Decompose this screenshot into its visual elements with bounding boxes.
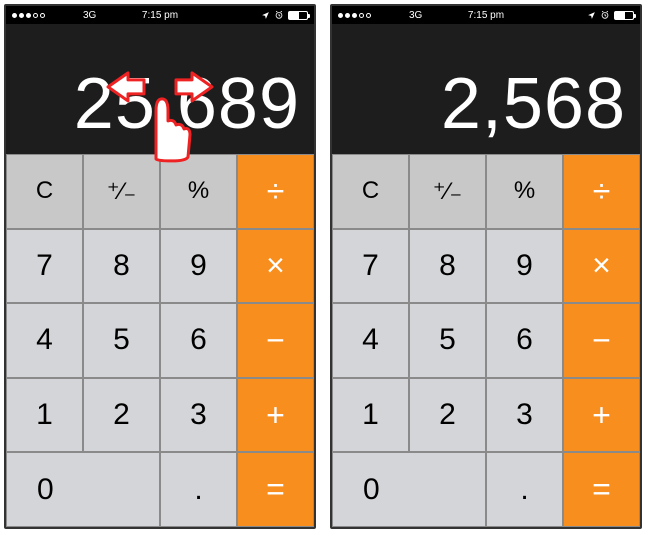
digit-2-button[interactable]: 2 (83, 378, 160, 453)
calculator-display[interactable]: 2,568 (332, 24, 640, 154)
display-value: 25,689 (74, 68, 300, 140)
clear-button[interactable]: C (332, 154, 409, 229)
signal-dots-icon (338, 13, 371, 18)
digit-1-button[interactable]: 1 (6, 378, 83, 453)
plus-button[interactable]: + (563, 378, 640, 453)
multiply-button[interactable]: × (563, 229, 640, 304)
status-bar: 3G 7:15 pm (6, 6, 314, 24)
battery-icon (614, 11, 634, 20)
phone-before: 3G 7:15 pm 25,689 C ⁺∕₋ (4, 4, 316, 529)
digit-0-button[interactable]: 0 (332, 452, 486, 527)
digit-7-button[interactable]: 7 (6, 229, 83, 304)
digit-4-button[interactable]: 4 (6, 303, 83, 378)
battery-icon (288, 11, 308, 20)
digit-0-button[interactable]: 0 (6, 452, 160, 527)
decimal-button[interactable]: . (486, 452, 563, 527)
plus-minus-button[interactable]: ⁺∕₋ (409, 154, 486, 229)
digit-1-button[interactable]: 1 (332, 378, 409, 453)
status-time: 7:15 pm (468, 10, 504, 21)
clear-button[interactable]: C (6, 154, 83, 229)
alarm-icon (600, 10, 610, 20)
digit-9-button[interactable]: 9 (160, 229, 237, 304)
digit-8-button[interactable]: 8 (409, 229, 486, 304)
digit-6-button[interactable]: 6 (486, 303, 563, 378)
signal-dots-icon (12, 13, 45, 18)
digit-3-button[interactable]: 3 (486, 378, 563, 453)
percent-button[interactable]: % (160, 154, 237, 229)
divide-button[interactable]: ÷ (563, 154, 640, 229)
location-icon (261, 11, 270, 20)
digit-4-button[interactable]: 4 (332, 303, 409, 378)
multiply-button[interactable]: × (237, 229, 314, 304)
digit-9-button[interactable]: 9 (486, 229, 563, 304)
digit-5-button[interactable]: 5 (83, 303, 160, 378)
status-bar: 3G 7:15 pm (332, 6, 640, 24)
digit-3-button[interactable]: 3 (160, 378, 237, 453)
digit-8-button[interactable]: 8 (83, 229, 160, 304)
digit-7-button[interactable]: 7 (332, 229, 409, 304)
status-time: 7:15 pm (142, 10, 178, 21)
plus-button[interactable]: + (237, 378, 314, 453)
divide-button[interactable]: ÷ (237, 154, 314, 229)
calculator-display[interactable]: 25,689 (6, 24, 314, 154)
location-icon (587, 11, 596, 20)
carrier-redacted (377, 9, 405, 21)
equals-button[interactable]: = (563, 452, 640, 527)
equals-button[interactable]: = (237, 452, 314, 527)
plus-minus-button[interactable]: ⁺∕₋ (83, 154, 160, 229)
alarm-icon (274, 10, 284, 20)
keypad: C ⁺∕₋ % ÷ 7 8 9 × 4 5 6 − 1 2 3 + 0 . = (332, 154, 640, 527)
keypad: C ⁺∕₋ % ÷ 7 8 9 × 4 5 6 − 1 2 3 + 0 . = (6, 154, 314, 527)
phone-after: 3G 7:15 pm 2,568 C ⁺∕₋ % ÷ 7 8 9 × 4 5 6… (330, 4, 642, 529)
decimal-button[interactable]: . (160, 452, 237, 527)
digit-6-button[interactable]: 6 (160, 303, 237, 378)
carrier-redacted (51, 9, 79, 21)
digit-2-button[interactable]: 2 (409, 378, 486, 453)
network-label: 3G (83, 10, 96, 21)
digit-5-button[interactable]: 5 (409, 303, 486, 378)
percent-button[interactable]: % (486, 154, 563, 229)
display-value: 2,568 (441, 68, 626, 140)
minus-button[interactable]: − (237, 303, 314, 378)
network-label: 3G (409, 10, 422, 21)
minus-button[interactable]: − (563, 303, 640, 378)
